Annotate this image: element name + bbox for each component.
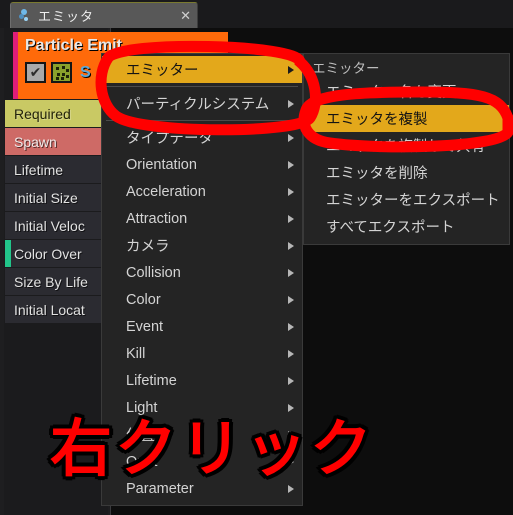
context-menu-item[interactable]: タイプデータ: [102, 124, 302, 151]
tab-emitter[interactable]: エミッタ ✕: [10, 2, 198, 28]
module-color-strip: [5, 240, 11, 267]
module-label: Initial Locat: [14, 301, 85, 318]
context-menu-item-label: Lifetime: [126, 372, 177, 389]
context-menu-item[interactable]: Acceleration: [102, 178, 302, 205]
chevron-right-icon: [288, 160, 294, 169]
context-menu-item[interactable]: Collision: [102, 259, 302, 286]
chevron-right-icon: [288, 268, 294, 277]
chevron-right-icon: [288, 349, 294, 358]
context-menu-item-label: パーティクルシステム: [126, 97, 270, 113]
context-menu-item-label: カメラ: [126, 239, 170, 255]
context-menu-item[interactable]: エミッター: [102, 56, 302, 83]
context-menu-item-label: Attraction: [126, 210, 188, 227]
chevron-right-icon: [288, 99, 294, 108]
module-label: Initial Veloc: [14, 217, 85, 234]
submenu-item-label: すべてエクスポート: [326, 220, 455, 236]
context-menu-item-label: エミッター: [126, 63, 199, 79]
chevron-right-icon: [288, 187, 294, 196]
module-label: Size By Life: [14, 273, 88, 290]
module-label: Spawn: [14, 133, 57, 150]
submenu-item[interactable]: エミッター名を変更: [304, 78, 509, 105]
module-row[interactable]: Initial Veloc: [5, 212, 108, 239]
context-menu-item[interactable]: Event: [102, 313, 302, 340]
module-list: Required Spawn Lifetime Initial Size Initial…: [5, 100, 108, 324]
menu-separator: [106, 120, 298, 121]
chevron-right-icon: [288, 241, 294, 250]
module-label: Initial Size: [14, 189, 78, 206]
submenu-item[interactable]: すべてエクスポート: [304, 213, 509, 240]
tab-label: エミッタ: [38, 9, 95, 24]
menu-separator: [106, 86, 298, 87]
emitter-submenu: エミッター エミッター名を変更 エミッタを複製エミッタを複製して共有 エミッタを削除…: [303, 53, 510, 245]
context-menu-item-label: Orientation: [126, 156, 197, 173]
close-icon[interactable]: ✕: [176, 9, 191, 22]
screenshot-root: エミッタ ✕ Particle Emit ✔ S Required Spawn Li…: [0, 0, 513, 515]
submenu-item[interactable]: エミッタを削除: [304, 159, 509, 186]
context-menu-item[interactable]: Color: [102, 286, 302, 313]
module-row[interactable]: Initial Size: [5, 184, 108, 211]
module-row[interactable]: Required: [5, 100, 108, 127]
thumbnail-icon[interactable]: [51, 62, 72, 83]
submenu-item[interactable]: エミッタを複製: [304, 105, 509, 132]
module-row[interactable]: Color Over: [5, 240, 108, 267]
submenu-item[interactable]: エミッターをエクスポート: [304, 186, 509, 213]
submenu-item-label: エミッタを削除: [326, 166, 428, 182]
module-row[interactable]: Spawn: [5, 128, 108, 155]
module-row[interactable]: Size By Life: [5, 268, 108, 295]
submenu-header: エミッター: [312, 61, 380, 76]
context-menu-item[interactable]: カメラ: [102, 232, 302, 259]
submenu-item[interactable]: エミッタを複製して共有: [304, 132, 509, 159]
context-menu-item-label: Acceleration: [126, 183, 206, 200]
emitter-accent-strip: [13, 32, 18, 99]
module-row[interactable]: Initial Locat: [5, 296, 108, 323]
particle-icon: [17, 8, 32, 23]
emitter-header-icons: ✔ S: [25, 62, 91, 83]
context-menu-item[interactable]: Attraction: [102, 205, 302, 232]
module-label: Required: [14, 105, 71, 122]
context-menu-item[interactable]: Lifetime: [102, 367, 302, 394]
submenu-item-label: エミッターをエクスポート: [326, 193, 500, 209]
module-label: Color Over: [14, 245, 82, 262]
context-menu-item[interactable]: Orientation: [102, 151, 302, 178]
context-menu-item-label: タイプデータ: [126, 131, 213, 147]
chevron-right-icon: [288, 295, 294, 304]
annotation-text: 右クリック: [47, 413, 376, 487]
context-menu-item[interactable]: パーティクルシステム: [102, 90, 302, 117]
submenu-item-label: エミッター名を変更: [326, 85, 457, 101]
context-menu-item-label: Color: [126, 291, 161, 308]
module-label: Lifetime: [14, 161, 64, 178]
context-menu-item[interactable]: Kill: [102, 340, 302, 367]
solo-icon[interactable]: S: [77, 64, 91, 82]
submenu-item-label: エミッタを複製: [326, 112, 428, 128]
chevron-right-icon: [288, 214, 294, 223]
chevron-right-icon: [288, 65, 294, 74]
tab-strip: エミッタ ✕: [0, 0, 513, 28]
context-menu-item-label: Kill: [126, 345, 146, 362]
submenu-item-label: エミッタを複製して共有: [326, 139, 486, 155]
context-menu-item-label: Collision: [126, 264, 181, 281]
chevron-right-icon: [288, 322, 294, 331]
chevron-right-icon: [288, 133, 294, 142]
enabled-checkbox-icon[interactable]: ✔: [25, 62, 46, 83]
module-row[interactable]: Lifetime: [5, 156, 108, 183]
context-menu-item-label: Event: [126, 318, 164, 335]
chevron-right-icon: [288, 376, 294, 385]
